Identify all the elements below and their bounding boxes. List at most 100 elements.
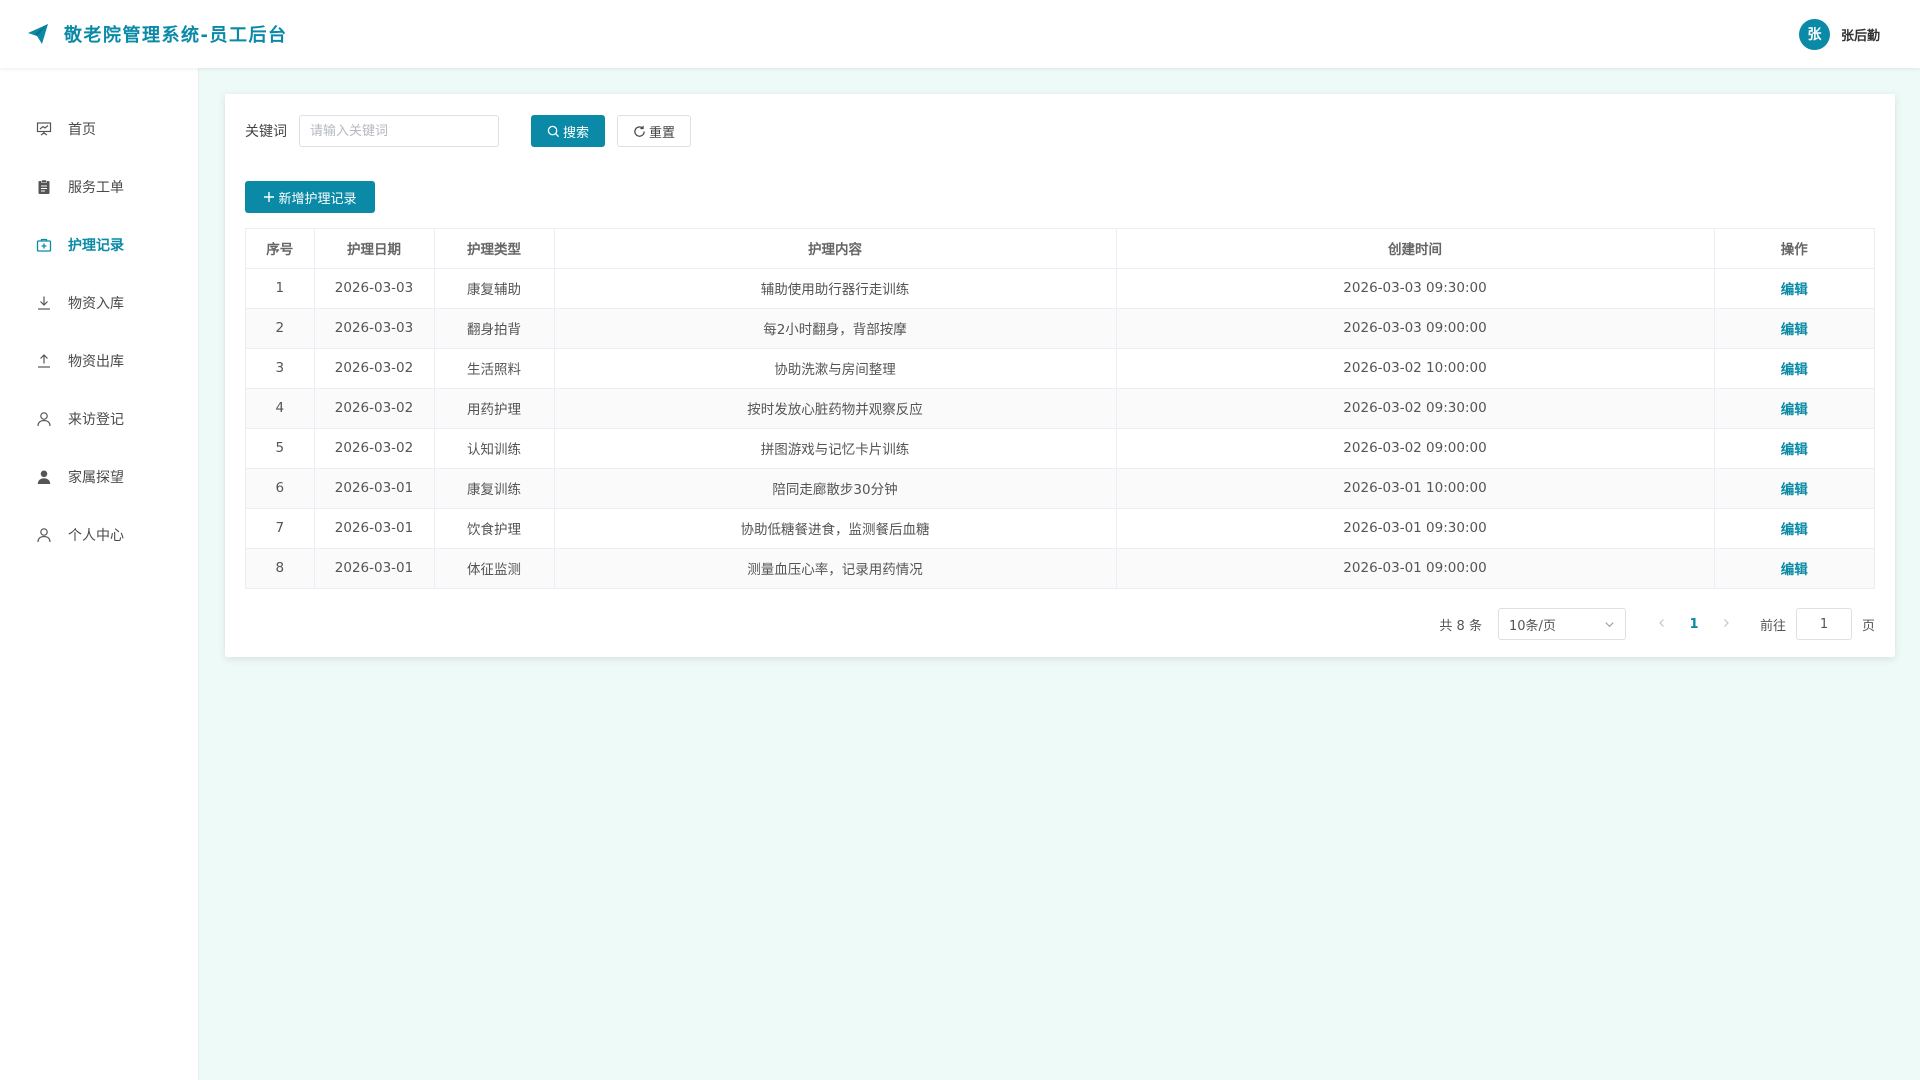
page-number[interactable]: 1 <box>1676 617 1712 632</box>
add-nursing-record-button[interactable]: 新增护理记录 <box>245 181 375 213</box>
table-row: 1 2026-03-03 康复辅助 辅助使用助行器行走训练 2026-03-03… <box>246 268 1874 309</box>
edit-link[interactable]: 编辑 <box>1781 282 1808 298</box>
edit-link[interactable]: 编辑 <box>1781 482 1808 498</box>
cell-index: 4 <box>246 388 315 429</box>
upload-icon <box>35 352 53 370</box>
sidebar-item-label: 物资出库 <box>68 354 124 370</box>
sidebar-item-home[interactable]: 首页 <box>0 100 198 158</box>
cell-action: 编辑 <box>1714 468 1874 509</box>
search-button-label: 搜索 <box>562 125 589 141</box>
cell-action: 编辑 <box>1714 308 1874 349</box>
cell-content: 协助低糖餐进食，监测餐后血糖 <box>554 508 1117 549</box>
page-size-select[interactable]: 10条/页 <box>1497 608 1626 640</box>
edit-link[interactable]: 编辑 <box>1781 442 1808 458</box>
reset-button[interactable]: 重置 <box>617 115 691 147</box>
edit-link[interactable]: 编辑 <box>1781 362 1808 378</box>
cell-date: 2026-03-02 <box>314 348 435 389</box>
table-row: 6 2026-03-01 康复训练 陪同走廊散步30分钟 2026-03-01 … <box>246 468 1874 509</box>
cell-date: 2026-03-02 <box>314 388 435 429</box>
goto-page-input[interactable] <box>1795 608 1852 640</box>
cell-index: 8 <box>246 548 315 588</box>
paper-plane-icon <box>28 24 48 44</box>
cell-content: 协助洗漱与房间整理 <box>554 348 1117 389</box>
sidebar-item-label: 物资入库 <box>68 296 124 312</box>
goto-label: 前往 <box>1759 618 1786 634</box>
table-row: 2 2026-03-03 翻身拍背 每2小时翻身，背部按摩 2026-03-03… <box>246 308 1874 349</box>
clipboard-icon <box>35 178 53 196</box>
chevron-left-icon <box>1659 618 1664 627</box>
cell-action: 编辑 <box>1714 508 1874 549</box>
table-row: 7 2026-03-01 饮食护理 协助低糖餐进食，监测餐后血糖 2026-03… <box>246 508 1874 549</box>
column-header: 护理内容 <box>554 229 1117 269</box>
search-icon <box>547 125 560 137</box>
cell-content: 拼图游戏与记忆卡片训练 <box>554 428 1117 469</box>
sidebar-item-visitor-registration[interactable]: 来访登记 <box>0 390 198 448</box>
table-row: 8 2026-03-01 体征监测 测量血压心率，记录用药情况 2026-03-… <box>246 548 1874 588</box>
avatar[interactable]: 张 <box>1798 18 1830 50</box>
column-header: 护理类型 <box>434 229 555 269</box>
sidebar-item-nursing-records[interactable]: 护理记录 <box>0 216 198 274</box>
cell-action: 编辑 <box>1714 548 1874 588</box>
table-row: 4 2026-03-02 用药护理 按时发放心脏药物并观察反应 2026-03-… <box>246 388 1874 429</box>
search-input[interactable] <box>299 115 499 147</box>
sidebar-item-label: 首页 <box>68 122 96 138</box>
sidebar-item-stock-out[interactable]: 物资出库 <box>0 332 198 390</box>
cell-content: 每2小时翻身，背部按摩 <box>554 308 1117 349</box>
sidebar-item-label: 家属探望 <box>68 470 124 486</box>
page-unit-label: 页 <box>1861 618 1875 634</box>
cell-date: 2026-03-01 <box>314 468 435 509</box>
total-count: 共 8 条 <box>1439 618 1482 634</box>
sidebar-item-label: 服务工单 <box>68 180 124 196</box>
cell-created: 2026-03-02 09:00:00 <box>1116 428 1715 469</box>
cell-content: 陪同走廊散步30分钟 <box>554 468 1117 509</box>
cell-index: 5 <box>246 428 315 469</box>
cell-type: 用药护理 <box>434 388 555 429</box>
sidebar-item-label: 护理记录 <box>68 238 124 254</box>
table-header-row: 序号 护理日期 护理类型 护理内容 创建时间 操作 <box>246 229 1874 269</box>
download-icon <box>35 294 53 312</box>
presentation-board-icon <box>35 120 53 138</box>
reset-button-label: 重置 <box>648 125 675 141</box>
edit-link[interactable]: 编辑 <box>1781 522 1808 538</box>
sidebar-item-label: 来访登记 <box>68 412 124 428</box>
cell-content: 测量血压心率，记录用药情况 <box>554 548 1117 588</box>
cell-type: 饮食护理 <box>434 508 555 549</box>
cell-created: 2026-03-02 09:30:00 <box>1116 388 1715 429</box>
search-button[interactable]: 搜索 <box>531 115 605 147</box>
cell-type: 体征监测 <box>434 548 555 588</box>
cell-action: 编辑 <box>1714 348 1874 389</box>
next-page-button[interactable] <box>1712 617 1740 632</box>
column-header: 操作 <box>1714 229 1874 269</box>
sidebar-item-work-orders[interactable]: 服务工单 <box>0 158 198 216</box>
sidebar-item-family-visit[interactable]: 家属探望 <box>0 448 198 506</box>
cell-index: 6 <box>246 468 315 509</box>
top-header: 敬老院管理系统-员工后台 张 张后勤 <box>0 0 1920 68</box>
page-size-value: 10条/页 <box>1508 618 1556 634</box>
cell-action: 编辑 <box>1714 388 1874 429</box>
brand: 敬老院管理系统-员工后台 <box>26 21 287 47</box>
cell-created: 2026-03-01 09:00:00 <box>1116 548 1715 588</box>
user-menu[interactable]: 张 张后勤 <box>1798 18 1880 50</box>
cell-type: 康复辅助 <box>434 268 555 309</box>
app-title: 敬老院管理系统-员工后台 <box>64 25 288 46</box>
cell-created: 2026-03-03 09:30:00 <box>1116 268 1715 309</box>
medical-kit-icon <box>35 236 53 254</box>
column-header: 创建时间 <box>1116 229 1715 269</box>
table-row: 5 2026-03-02 认知训练 拼图游戏与记忆卡片训练 2026-03-02… <box>246 428 1874 469</box>
edit-link[interactable]: 编辑 <box>1781 562 1808 578</box>
cell-index: 2 <box>246 308 315 349</box>
user-outline-icon <box>35 410 53 428</box>
nursing-records-table: 序号 护理日期 护理类型 护理内容 创建时间 操作 1 2026-03-03 康… <box>245 228 1875 589</box>
cell-index: 3 <box>246 348 315 389</box>
sidebar-item-profile[interactable]: 个人中心 <box>0 506 198 564</box>
sidebar-item-label: 个人中心 <box>68 528 124 544</box>
edit-link[interactable]: 编辑 <box>1781 402 1808 418</box>
prev-page-button[interactable] <box>1648 617 1676 632</box>
user-name[interactable]: 张后勤 <box>1841 25 1880 44</box>
plus-icon <box>264 192 275 202</box>
edit-link[interactable]: 编辑 <box>1781 322 1808 338</box>
cell-type: 康复训练 <box>434 468 555 509</box>
cell-date: 2026-03-01 <box>314 548 435 588</box>
main-card: 关键词 搜索 重置 新增护理记录 <box>225 94 1895 657</box>
sidebar-item-stock-in[interactable]: 物资入库 <box>0 274 198 332</box>
